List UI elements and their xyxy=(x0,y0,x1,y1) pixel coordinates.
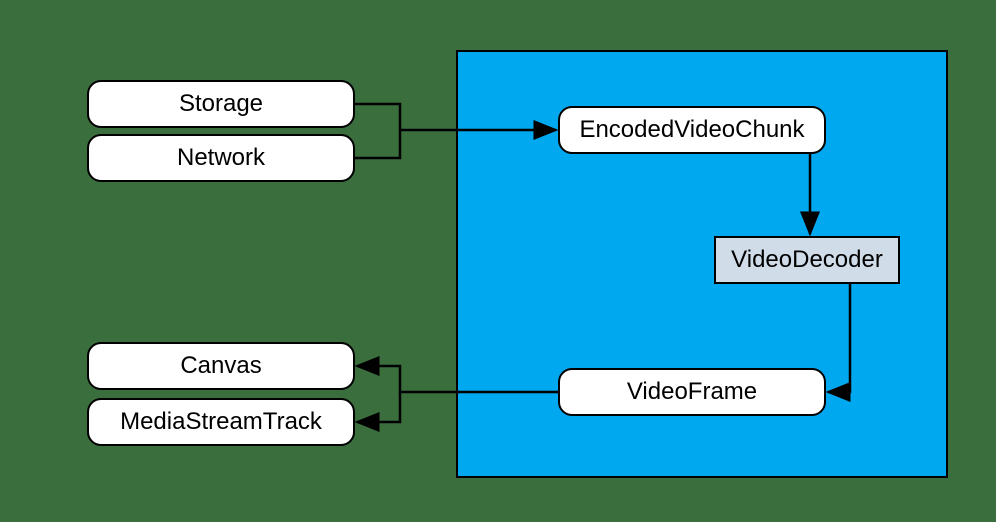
node-media-stream-track-label: MediaStreamTrack xyxy=(120,408,322,436)
node-video-decoder: VideoDecoder xyxy=(714,236,900,284)
node-video-decoder-label: VideoDecoder xyxy=(731,246,883,274)
node-canvas-label: Canvas xyxy=(180,352,261,380)
arrow-videoframe-to-mst xyxy=(357,392,400,422)
node-storage-label: Storage xyxy=(179,90,263,118)
node-video-frame: VideoFrame xyxy=(558,368,826,416)
node-canvas: Canvas xyxy=(87,342,355,390)
node-storage: Storage xyxy=(87,80,355,128)
node-network-label: Network xyxy=(177,144,265,172)
node-video-frame-label: VideoFrame xyxy=(627,378,757,406)
node-media-stream-track: MediaStreamTrack xyxy=(87,398,355,446)
node-encoded-video-chunk-label: EncodedVideoChunk xyxy=(579,116,804,144)
node-encoded-video-chunk: EncodedVideoChunk xyxy=(558,106,826,154)
node-network: Network xyxy=(87,134,355,182)
